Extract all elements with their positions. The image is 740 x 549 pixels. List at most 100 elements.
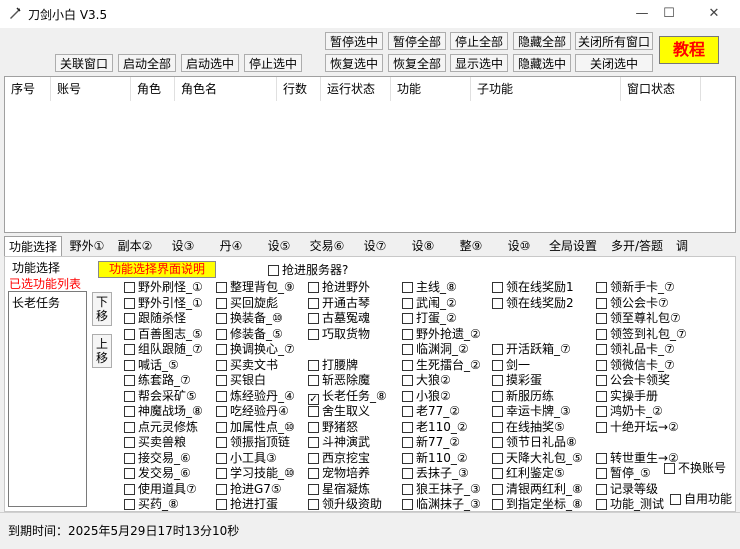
function-checkbox[interactable]: 练套路_⑦ — [124, 373, 203, 389]
function-checkbox[interactable]: 买药_⑧ — [124, 497, 203, 513]
function-checkbox[interactable]: 宠物培养 — [308, 466, 387, 482]
function-checkbox[interactable]: 武闱_② — [402, 296, 481, 312]
function-checkbox[interactable]: 斗神演武 — [308, 435, 387, 451]
function-checkbox[interactable]: 领升级资助 — [308, 497, 387, 513]
checkbox-box[interactable] — [596, 313, 607, 324]
checkbox-box[interactable] — [596, 359, 607, 371]
close-selected-button[interactable]: 关闭选中 — [575, 54, 653, 72]
tab-setting-5[interactable]: 设⑤ — [256, 236, 302, 256]
checkbox-box[interactable] — [308, 297, 319, 309]
function-checkbox[interactable]: 抢进打蛋 — [216, 497, 295, 513]
stop-selected-button[interactable]: 停止选中 — [244, 54, 302, 72]
function-checkbox[interactable]: 舍生取义 — [308, 404, 387, 420]
checkbox-box[interactable] — [216, 328, 227, 340]
checkbox-box[interactable] — [124, 328, 135, 340]
function-checkbox[interactable]: 发交易_⑥ — [124, 466, 203, 482]
function-checkbox[interactable]: 领振指顶链 — [216, 435, 295, 451]
checkbox-box[interactable] — [216, 452, 227, 464]
checkbox-box[interactable] — [308, 282, 319, 293]
function-checkbox[interactable]: 吃经验丹④ — [216, 404, 295, 420]
column-header[interactable]: 账号 — [51, 77, 131, 101]
checkbox-box[interactable] — [124, 468, 135, 479]
checkbox-box[interactable] — [216, 344, 227, 355]
function-checkbox[interactable]: 领公会卡⑦ — [596, 296, 687, 312]
checkbox-box[interactable] — [124, 421, 135, 433]
checkbox-box[interactable] — [492, 483, 503, 495]
function-checkbox[interactable]: 西京挖宝 — [308, 451, 387, 467]
checkbox-box[interactable] — [216, 468, 227, 479]
function-checkbox[interactable]: 野外刷怪_① — [124, 280, 203, 296]
function-checkbox[interactable]: 领在线奖励2 — [492, 296, 583, 312]
checkbox-box[interactable] — [402, 421, 413, 433]
checkbox-box[interactable] — [596, 328, 607, 340]
function-checkbox[interactable]: 新110_② — [402, 451, 481, 467]
checkbox-box[interactable] — [402, 328, 413, 340]
checkbox-box[interactable] — [124, 437, 135, 448]
checkbox-box[interactable] — [216, 282, 227, 293]
function-checkbox[interactable]: 野外引怪_① — [124, 296, 203, 312]
close-all-windows-button[interactable]: 关闭所有窗口 — [575, 32, 653, 50]
checkbox-box[interactable] — [124, 344, 135, 355]
move-up-button[interactable]: 上移 — [92, 334, 112, 368]
checkbox-box[interactable] — [216, 437, 227, 448]
function-checkbox[interactable]: 接交易_⑥ — [124, 451, 203, 467]
checkbox-box[interactable] — [492, 375, 503, 386]
pause-all-button[interactable]: 暂停全部 — [388, 32, 446, 50]
checkbox-box[interactable] — [596, 468, 607, 479]
function-checkbox[interactable]: 买银白 — [216, 373, 295, 389]
tab-dungeon[interactable]: 副本② — [112, 236, 158, 256]
start-all-button[interactable]: 启动全部 — [118, 54, 176, 72]
checkbox-box[interactable] — [492, 390, 503, 402]
column-header[interactable]: 序号 — [5, 77, 51, 101]
checkbox-box[interactable] — [596, 406, 607, 417]
function-checkbox[interactable]: 天降大礼包_⑤ — [492, 451, 583, 467]
tab-setting-3[interactable]: 设③ — [160, 236, 206, 256]
checkbox-box[interactable] — [216, 297, 227, 309]
tab-field[interactable]: 野外① — [64, 236, 110, 256]
checkbox-box[interactable] — [124, 390, 135, 402]
checkbox-box[interactable] — [308, 406, 319, 417]
function-checkbox[interactable]: 小狼② — [402, 389, 481, 405]
function-checkbox[interactable]: 大狼② — [402, 373, 481, 389]
tab-debug[interactable]: 调 — [672, 236, 692, 256]
tutorial-button[interactable]: 教程 — [659, 36, 719, 64]
checkbox-box[interactable] — [492, 452, 503, 464]
function-checkbox[interactable]: 换装备_⑩ — [216, 311, 295, 327]
checkbox-box[interactable] — [402, 282, 413, 293]
explain-button[interactable]: 功能选择界面说明 — [98, 261, 216, 278]
function-checkbox[interactable]: 在线抽奖⑤ — [492, 420, 583, 436]
start-selected-button[interactable]: 启动选中 — [181, 54, 239, 72]
column-header[interactable]: 行数 — [277, 77, 321, 101]
checkbox-box[interactable] — [308, 359, 319, 371]
checkbox-box[interactable] — [124, 452, 135, 464]
function-checkbox[interactable]: 使用道具⑦ — [124, 482, 203, 498]
tab-trade[interactable]: 交易⑥ — [304, 236, 350, 256]
checkbox-box[interactable] — [596, 375, 607, 386]
grab-server-checkbox[interactable]: 抢进服务器? — [268, 261, 348, 278]
checkbox-box[interactable] — [216, 359, 227, 371]
checkbox-box[interactable] — [124, 313, 135, 324]
checkbox-box[interactable] — [124, 375, 135, 386]
function-checkbox[interactable]: 临渊洞_② — [402, 342, 481, 358]
column-header[interactable]: 子功能 — [471, 77, 621, 101]
tab-function-select[interactable]: 功能选择 — [4, 236, 62, 256]
checkbox-box[interactable] — [308, 421, 319, 433]
function-checkbox[interactable]: 十绝开坛→② — [596, 420, 687, 436]
function-checkbox[interactable]: 临渊抹子_③ — [402, 497, 481, 513]
function-checkbox[interactable]: 跟随杀怪 — [124, 311, 203, 327]
checkbox-box[interactable] — [124, 499, 135, 510]
function-checkbox[interactable]: 领微信卡_⑦ — [596, 358, 687, 374]
function-checkbox[interactable]: 摸彩蛋 — [492, 373, 583, 389]
function-checkbox[interactable]: ✓ 长老任务_⑧ — [308, 389, 387, 405]
function-checkbox[interactable]: 领签到礼包_⑦ — [596, 327, 687, 343]
function-checkbox[interactable]: 喊话_⑤ — [124, 358, 203, 374]
checkbox-box[interactable] — [402, 359, 413, 371]
checkbox-box[interactable]: ✓ — [308, 393, 319, 405]
function-checkbox[interactable]: 领节日礼品⑧ — [492, 435, 583, 451]
checkbox-box[interactable] — [402, 468, 413, 479]
tab-organize[interactable]: 整⑨ — [448, 236, 494, 256]
checkbox-box[interactable] — [124, 297, 135, 309]
tab-setting-10[interactable]: 设⑩ — [496, 236, 542, 256]
checkbox-box[interactable] — [492, 344, 503, 355]
function-checkbox[interactable]: 狼王抹子_③ — [402, 482, 481, 498]
